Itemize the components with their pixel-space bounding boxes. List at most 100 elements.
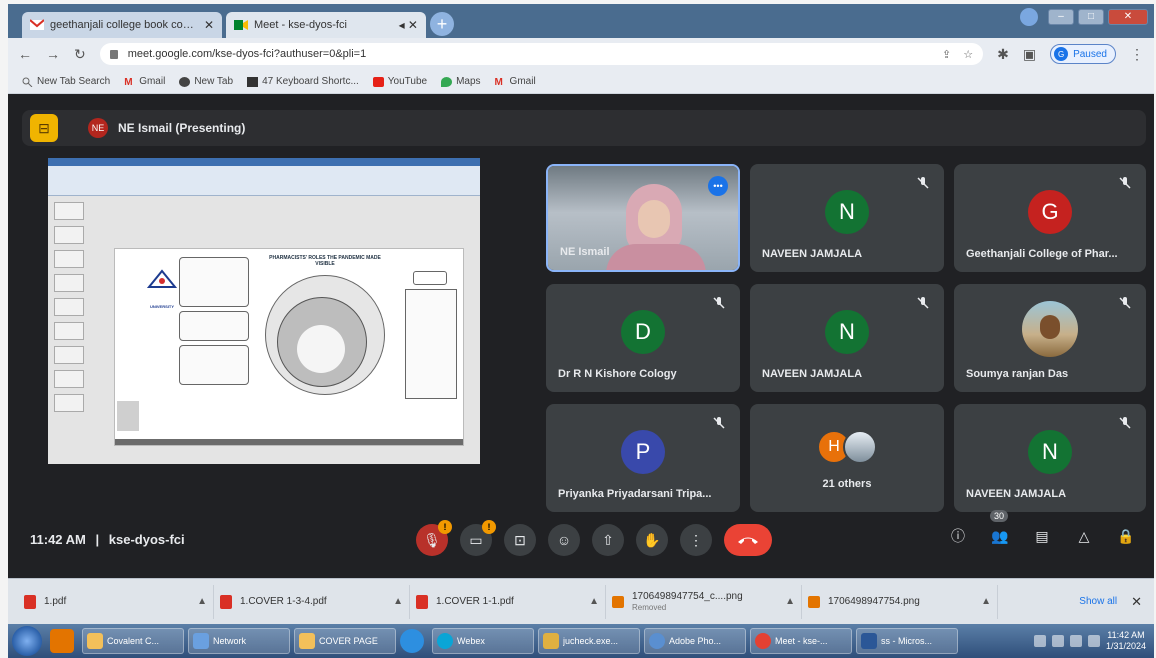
presenter-name: NE Ismail (Presenting) [118, 121, 246, 135]
present-button[interactable]: ⇧ [592, 524, 624, 556]
chevron-up-icon[interactable]: ▲ [393, 596, 403, 607]
participant-tile[interactable]: P Priyanka Priyadarsani Tripa... [546, 404, 740, 512]
bookmark-label: YouTube [387, 76, 428, 87]
download-item[interactable]: 1.COVER 1-1.pdf ▲ [410, 584, 606, 619]
word-icon [861, 633, 877, 649]
speaker-icon[interactable]: ◂ ✕ [399, 18, 418, 32]
taskbar-item[interactable]: COVER PAGE [294, 628, 396, 654]
side-panel-icon[interactable]: ▣ [1023, 46, 1036, 63]
new-tab-button[interactable]: + [430, 12, 454, 36]
mic-button[interactable]: 🎙! [416, 520, 452, 556]
star-icon[interactable]: ☆ [963, 48, 973, 61]
chevron-up-icon[interactable]: ▲ [197, 596, 207, 607]
image-file-icon [612, 595, 624, 608]
captions-button[interactable]: ⊡ [504, 524, 536, 556]
back-icon[interactable]: ← [18, 46, 32, 62]
university-logo: UNIVERSITY [145, 269, 179, 309]
info-button[interactable]: ⓘ [946, 524, 970, 548]
taskbar-item[interactable]: Adobe Pho... [644, 628, 746, 654]
download-item[interactable]: 1.COVER 1-3-4.pdf ▲ [214, 584, 410, 619]
control-buttons: 🎙! ▭! ⊡ ☺ ⇧ ✋ ⋮ [416, 520, 772, 556]
taskbar-item[interactable]: jucheck.exe... [538, 628, 640, 654]
chevron-up-icon[interactable]: ▲ [981, 596, 991, 607]
maximize-button[interactable]: □ [1078, 9, 1104, 25]
flag-icon[interactable] [1069, 635, 1082, 647]
extensions-icon[interactable]: ✱ [997, 46, 1009, 63]
taskbar-item[interactable]: Meet - kse-... [750, 628, 852, 654]
emoji-button[interactable]: ☺ [548, 524, 580, 556]
avatar: P [621, 429, 665, 474]
people-button[interactable]: 30 👥 [988, 510, 1012, 548]
taskbar-label: ss - Micros... [881, 636, 932, 646]
bookmark-item[interactable]: M Gmail [495, 76, 536, 88]
bookmark-item[interactable]: New Tab Search [22, 76, 110, 87]
download-item[interactable]: 1.pdf ▲ [18, 584, 214, 619]
activities-button[interactable]: △ [1072, 524, 1096, 548]
bookmark-item[interactable]: YouTube [372, 76, 428, 87]
url-text: meet.google.com/kse-dyos-fci?authuser=0&… [127, 48, 367, 60]
mic-off-icon: 🎙 [423, 531, 441, 548]
chat-button[interactable]: ▤ [1030, 524, 1054, 548]
chevron-up-icon[interactable]: ▲ [589, 596, 599, 607]
taskbar-item[interactable]: Covalent C... [82, 628, 184, 654]
tab-meet[interactable]: Meet - kse-dyos-fci ◂ ✕ [226, 12, 426, 38]
participant-tile[interactable]: Soumya ranjan Das [954, 284, 1146, 392]
leave-call-button[interactable] [724, 524, 772, 556]
gmail-icon [29, 19, 45, 31]
folder-icon [87, 633, 103, 649]
taskbar-item[interactable]: Network [188, 628, 290, 654]
bookmark-item[interactable]: New Tab [179, 76, 233, 87]
raise-hand-button[interactable]: ✋ [636, 524, 668, 556]
bookmark-item[interactable]: 47 Keyboard Shortc... [247, 76, 359, 87]
tab-search-icon[interactable] [1020, 8, 1038, 26]
host-controls-button[interactable]: 🔒 [1114, 524, 1138, 548]
taskbar-item[interactable]: Webex [432, 628, 534, 654]
bookmark-item[interactable]: Maps [441, 76, 481, 87]
close-window-button[interactable]: ✕ [1108, 9, 1148, 25]
participant-tile[interactable]: N NAVEEN JAMJALA [954, 404, 1146, 512]
download-name: 1.pdf [44, 596, 67, 607]
shared-screen[interactable]: UNIVERSITY PHARMACISTS' ROLES THE PANDEM… [48, 158, 480, 464]
download-item[interactable]: 1706498947754_c....png Removed ▲ [606, 584, 802, 619]
internet-explorer-icon[interactable] [400, 629, 424, 653]
close-icon[interactable]: ✕ [1131, 594, 1142, 610]
globe-icon [649, 633, 665, 649]
forward-icon[interactable]: → [46, 46, 60, 62]
lock-icon: 🔒 [1117, 527, 1135, 544]
menu-icon[interactable]: ⋮ [1130, 46, 1144, 63]
participant-tile[interactable]: G Geethanjali College of Phar... [954, 164, 1146, 272]
minimize-button[interactable]: – [1048, 9, 1074, 25]
participant-tile[interactable]: D Dr R N Kishore Cology [546, 284, 740, 392]
profile-button[interactable]: G Paused [1050, 44, 1116, 64]
participant-tile[interactable]: N NAVEEN JAMJALA [750, 284, 944, 392]
volume-icon[interactable] [1087, 635, 1100, 647]
tab-geethanjali[interactable]: geethanjali college book cover p ✕ [22, 12, 222, 38]
system-clock[interactable]: 11:42 AM 1/31/2024 [1106, 630, 1146, 652]
tray-up-icon[interactable] [1033, 635, 1046, 647]
download-item[interactable]: 1706498947754.png ▲ [802, 584, 998, 619]
media-player-icon[interactable] [50, 629, 74, 653]
chevron-up-icon[interactable]: ▲ [785, 596, 795, 607]
pdf-icon [24, 594, 36, 609]
taskbar-item[interactable]: ss - Micros... [856, 628, 958, 654]
close-icon[interactable]: ✕ [204, 18, 214, 32]
show-all-link[interactable]: Show all [1079, 596, 1117, 607]
camera-button[interactable]: ▭! [460, 520, 496, 556]
more-options-button[interactable]: ⋮ [680, 524, 712, 556]
download-name: 1.COVER 1-1.pdf [436, 596, 514, 607]
network-tray-icon[interactable] [1051, 635, 1064, 647]
start-button[interactable] [12, 626, 42, 656]
bookmark-label: New Tab [194, 76, 234, 87]
chat-icon: ▤ [1035, 527, 1049, 544]
url-field[interactable]: meet.google.com/kse-dyos-fci?authuser=0&… [99, 43, 984, 65]
others-avatars: H [817, 430, 877, 465]
share-icon[interactable]: ⇪ [942, 48, 951, 61]
participant-tile[interactable]: N NAVEEN JAMJALA [750, 164, 944, 272]
meet-area: ⊟ NE NE Ismail (Presenting) UNIVERSITY P… [8, 96, 1154, 578]
participant-tile[interactable]: ••• NE Ismail [546, 164, 740, 272]
layout-icon[interactable]: ⊟ [30, 114, 58, 142]
others-tile[interactable]: H 21 others [750, 404, 944, 512]
bookmark-item[interactable]: M Gmail [124, 76, 165, 88]
reload-icon[interactable]: ↻ [74, 46, 86, 63]
bookmark-icon [247, 76, 259, 87]
